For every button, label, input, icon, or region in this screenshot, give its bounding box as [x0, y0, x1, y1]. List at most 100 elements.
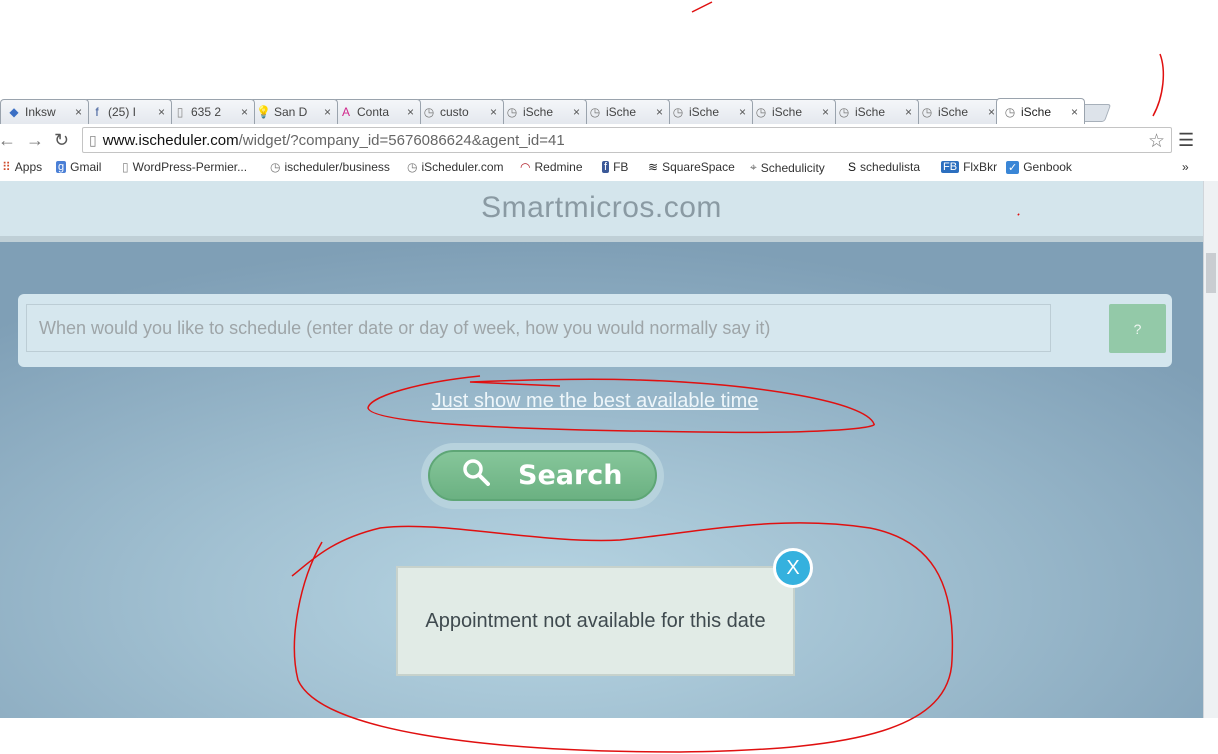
tab-2[interactable]: ▯ 635 2 ×	[166, 99, 255, 124]
lightbulb-icon: 💡	[256, 105, 271, 119]
bookmark-label: Schedulicity	[760, 160, 825, 175]
tab-close-icon[interactable]: ×	[158, 105, 165, 119]
tab-11[interactable]: ◷ iSche ×	[913, 99, 1002, 124]
menu-icon[interactable]: ☰	[1178, 130, 1194, 151]
clock-icon: ◷	[921, 105, 933, 119]
genbook-icon: ✓	[1006, 160, 1020, 174]
best-time-link[interactable]: Just show me the best available time	[0, 390, 1190, 413]
clock-icon: ◷	[270, 160, 281, 174]
tab-12[interactable]: ◷ iSche ×	[996, 98, 1085, 124]
tab-title: Conta	[357, 105, 390, 119]
url-host: www.ischeduler.com	[102, 131, 239, 149]
clock-icon: ◷	[506, 105, 518, 119]
clock-icon: ◷	[407, 160, 418, 174]
reload-icon[interactable]: ↻	[54, 130, 69, 151]
tab-title: iSche	[523, 105, 554, 119]
scrollbar-thumb[interactable]	[1206, 253, 1216, 293]
tab-title: 635 2	[191, 105, 222, 119]
tab-close-icon[interactable]: ×	[739, 105, 746, 119]
bookmark-label: FB	[613, 160, 629, 174]
tab-close-icon[interactable]: ×	[822, 105, 829, 119]
a-logo-icon: A	[341, 105, 350, 119]
bookmarks-bar: ⠿ Apps g Gmail ▯ WordPress-Permier... ◷ ischedu…	[0, 158, 1218, 180]
back-arrow-icon[interactable]: ←	[0, 130, 16, 151]
clock-icon: ◷	[589, 105, 601, 119]
bookmark-fb[interactable]: f FB	[602, 160, 628, 174]
bookmark-label: Gmail	[70, 160, 102, 174]
bookmark-schedulista[interactable]: Sschedulista	[848, 160, 920, 174]
tab-1[interactable]: f (25) I ×	[83, 99, 172, 124]
tab-0[interactable]: ◆ Inksw ×	[0, 99, 89, 124]
tab-9[interactable]: ◷ iSche ×	[747, 99, 836, 124]
bookmark-squarespace[interactable]: ≋ SquareSpace	[648, 160, 735, 174]
bookmark-label: schedulista	[860, 160, 921, 174]
forward-arrow-icon[interactable]: →	[26, 130, 44, 151]
tab-strip: ◆ Inksw × f (25) I × ▯ 635 2 × 💡 San D × A Conta × ◷ cus…	[0, 96, 1218, 124]
tab-3[interactable]: 💡 San D ×	[249, 99, 338, 124]
tab-7[interactable]: ◷ iSche ×	[581, 99, 670, 124]
tab-close-icon[interactable]: ×	[490, 105, 497, 119]
bookmark-label: SquareSpace	[662, 160, 735, 174]
schedulista-icon: S	[848, 160, 857, 174]
tab-5[interactable]: ◷ custo ×	[415, 99, 504, 124]
google-icon: g	[56, 161, 67, 173]
tab-close-icon[interactable]: ×	[241, 105, 248, 119]
bookmark-label: FlxBkr	[963, 160, 998, 174]
page-icon: ▯	[176, 105, 184, 119]
tab-title: Inksw	[25, 105, 56, 119]
tab-title: iSche	[606, 105, 637, 119]
address-bar[interactable]: ▯ www.ischeduler.com /widget/?company_id…	[82, 127, 1172, 153]
search-button[interactable]: Search	[428, 450, 657, 501]
annotation-stroke-top	[691, 1, 713, 13]
bookmark-apps[interactable]: ⠿ Apps	[2, 160, 42, 174]
tab-close-icon[interactable]: ×	[1071, 105, 1078, 119]
flxbkr-icon: FB	[941, 161, 960, 173]
bookmark-label: Redmine	[534, 160, 583, 174]
bookmark-flxbkr[interactable]: FB FlxBkr	[941, 160, 997, 174]
bookmark-label: WordPress-Permier...	[132, 160, 248, 174]
bookmark-redmine[interactable]: ◠ Redmine	[520, 160, 583, 174]
search-icon	[462, 458, 490, 493]
tab-10[interactable]: ◷ iSche ×	[830, 99, 919, 124]
tab-close-icon[interactable]: ×	[407, 105, 414, 119]
tab-title: custo	[440, 105, 469, 119]
more-bookmarks-chevron-icon[interactable]: »	[1182, 160, 1189, 174]
tab-close-icon[interactable]: ×	[656, 105, 663, 119]
scrollbar[interactable]	[1203, 181, 1218, 718]
help-button[interactable]: ?	[1109, 304, 1166, 353]
tab-title: iSche	[1021, 104, 1052, 119]
schedule-input[interactable]	[26, 304, 1051, 352]
tab-close-icon[interactable]: ×	[988, 105, 995, 119]
bookmark-label: ischeduler/business	[284, 160, 390, 174]
bookmark-ischeduler-com[interactable]: ◷ iScheduler.com	[407, 160, 504, 174]
tab-close-icon[interactable]: ×	[75, 105, 82, 119]
site-title: Smartmicros.com	[481, 191, 722, 224]
inkscape-icon: ◆	[9, 105, 19, 119]
tab-8[interactable]: ◷ iSche ×	[664, 99, 753, 124]
bookmark-label: Genbook	[1023, 160, 1072, 174]
clock-icon: ◷	[672, 105, 684, 119]
tab-close-icon[interactable]: ×	[324, 105, 331, 119]
alert-box: Appointment not available for this date	[396, 566, 795, 676]
apps-icon: ⠿	[2, 160, 11, 174]
close-icon: X	[786, 556, 800, 579]
close-alert-button[interactable]: X	[773, 548, 813, 588]
clock-icon: ◷	[755, 105, 767, 119]
tab-4[interactable]: A Conta ×	[332, 99, 421, 124]
tab-close-icon[interactable]: ×	[905, 105, 912, 119]
page-icon: ▯	[89, 131, 97, 148]
clock-icon: ◷	[1004, 104, 1016, 119]
bookmark-wordpress-permier-[interactable]: ▯ WordPress-Permier...	[122, 160, 247, 174]
bookmark-schedulicity[interactable]: ⌖ Schedulicity	[750, 160, 825, 175]
url-path: /widget/?company_id=5676086624&agent_id=…	[238, 131, 565, 149]
bookmark-genbook[interactable]: ✓ Genbook	[1006, 160, 1072, 174]
page-icon: ▯	[122, 160, 129, 174]
bookmark-ischeduler-business[interactable]: ◷ ischeduler/business	[270, 160, 390, 174]
bookmark-star-icon[interactable]: ☆	[1148, 130, 1165, 153]
tab-title: iSche	[938, 105, 969, 119]
clock-icon: ◷	[838, 105, 850, 119]
tab-close-icon[interactable]: ×	[573, 105, 580, 119]
tab-title: iSche	[689, 105, 720, 119]
bookmark-gmail[interactable]: g Gmail	[56, 160, 101, 174]
tab-6[interactable]: ◷ iSche ×	[498, 99, 587, 124]
